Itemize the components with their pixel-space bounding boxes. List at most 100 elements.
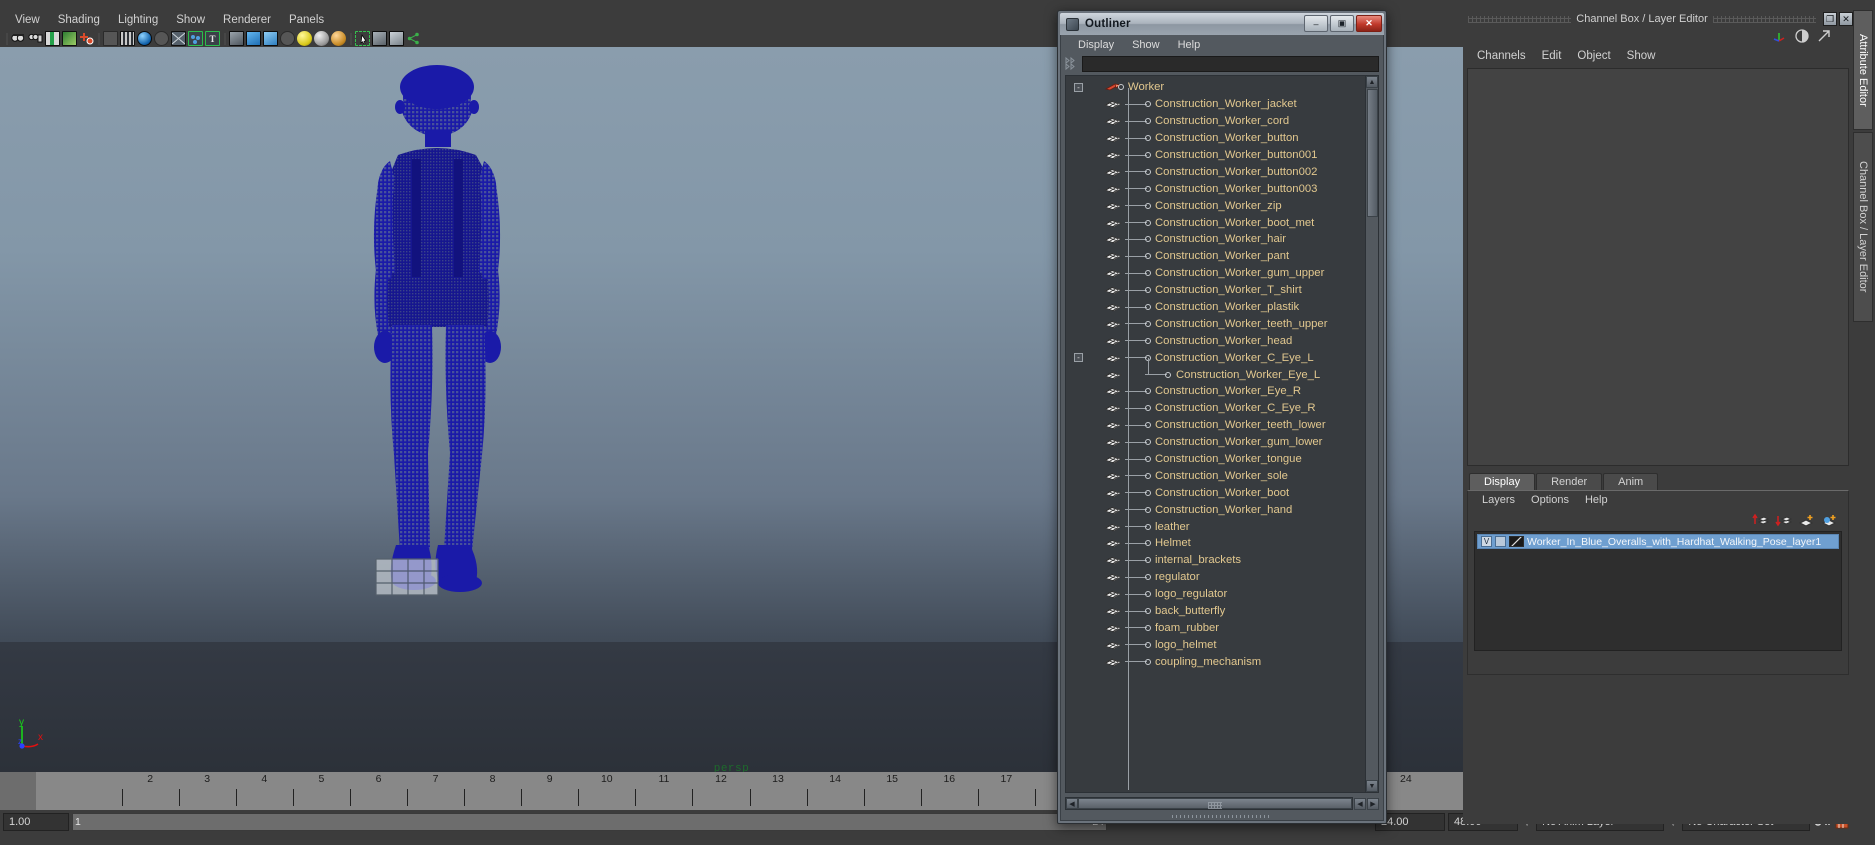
node-dot-icon[interactable] <box>1145 185 1151 192</box>
outliner-item[interactable]: Construction_Worker_button001 <box>1066 147 1365 164</box>
layer-name[interactable]: Worker_In_Blue_Overalls_with_Hardhat_Wal… <box>1527 536 1821 548</box>
panel-drag-handle-left[interactable] <box>1468 15 1572 23</box>
node-dot-icon[interactable] <box>1118 84 1124 91</box>
outliner-item[interactable]: foam_rubber <box>1066 620 1365 637</box>
outliner-item[interactable]: Construction_Worker_boot <box>1066 484 1365 501</box>
move-pivot-icon[interactable] <box>79 31 94 46</box>
vtab-channel-box-layer-editor[interactable]: Channel Box / Layer Editor <box>1853 132 1873 322</box>
scroll-down-icon[interactable]: ▼ <box>1366 780 1378 792</box>
light-orange-icon[interactable] <box>331 31 346 46</box>
menu-object[interactable]: Object <box>1569 49 1618 63</box>
outliner-item[interactable]: Construction_Worker_gum_lower <box>1066 434 1365 451</box>
vertical-scroll-thumb[interactable] <box>1366 89 1378 217</box>
flat-shade-icon[interactable] <box>154 31 169 46</box>
outliner-window[interactable]: Outliner – ▣ ✕ Display Show Help - Worker… <box>1057 10 1387 824</box>
outliner-menu-show[interactable]: Show <box>1123 38 1169 52</box>
outliner-search-input[interactable] <box>1082 55 1379 72</box>
display-layer-list[interactable]: V Worker_In_Blue_Overalls_with_Hardhat_W… <box>1474 531 1842 651</box>
outliner-menu-display[interactable]: Display <box>1069 38 1123 52</box>
node-dot-icon[interactable] <box>1145 304 1151 311</box>
outliner-item[interactable]: Construction_Worker_plastik <box>1066 299 1365 316</box>
menu-edit[interactable]: Edit <box>1534 49 1570 63</box>
outliner-item[interactable]: Construction_Worker_Eye_L <box>1066 366 1365 383</box>
new-layer-icon[interactable] <box>1798 513 1815 527</box>
node-dot-icon[interactable] <box>1145 557 1151 564</box>
node-dot-icon[interactable] <box>1145 135 1151 142</box>
close-panel-button[interactable]: ✕ <box>1839 12 1853 26</box>
tab-anim[interactable]: Anim <box>1603 473 1659 490</box>
menu-options[interactable]: Options <box>1523 493 1577 507</box>
menu-renderer[interactable]: Renderer <box>214 12 280 28</box>
outliner-item[interactable]: Construction_Worker_pant <box>1066 248 1365 265</box>
layer-visibility-toggle[interactable]: V <box>1481 536 1492 547</box>
node-dot-icon[interactable] <box>1145 388 1151 395</box>
menu-panels[interactable]: Panels <box>280 12 333 28</box>
outliner-item[interactable]: Construction_Worker_C_Eye_R <box>1066 400 1365 417</box>
menu-help[interactable]: Help <box>1577 493 1616 507</box>
outliner-item[interactable]: Helmet <box>1066 535 1365 552</box>
node-dot-icon[interactable] <box>1145 506 1151 513</box>
outliner-item[interactable]: Construction_Worker_head <box>1066 332 1365 349</box>
film-gate-icon[interactable] <box>120 31 135 46</box>
node-dot-icon[interactable] <box>1145 337 1151 344</box>
tab-display[interactable]: Display <box>1469 473 1536 490</box>
node-dot-icon[interactable] <box>1145 489 1151 496</box>
axis-gizmo-icon[interactable] <box>1771 29 1787 46</box>
node-dot-icon[interactable] <box>1145 456 1151 463</box>
outliner-menu-help[interactable]: Help <box>1169 38 1210 52</box>
hscroll-left-step-icon[interactable]: ◀ <box>1354 797 1366 810</box>
outliner-item[interactable]: Construction_Worker_teeth_lower <box>1066 417 1365 434</box>
text-display-icon[interactable]: T <box>205 31 220 46</box>
hardware-texture-icon[interactable] <box>137 31 152 46</box>
layer-playback-toggle[interactable] <box>1495 536 1506 547</box>
scroll-left-icon[interactable]: ◀ <box>1066 798 1078 809</box>
share-display-icon[interactable] <box>406 31 421 46</box>
outliner-item[interactable]: Construction_Worker_sole <box>1066 467 1365 484</box>
outliner-resize-grip[interactable] <box>1061 813 1383 820</box>
bookmark-icon[interactable] <box>45 31 60 46</box>
outliner-item[interactable]: Construction_Worker_button003 <box>1066 180 1365 197</box>
node-dot-icon[interactable] <box>1145 287 1151 294</box>
node-dot-icon[interactable] <box>1145 641 1151 648</box>
checker-sphere-icon[interactable] <box>280 31 295 46</box>
light-yellow-icon[interactable] <box>297 31 312 46</box>
node-dot-icon[interactable] <box>1145 608 1151 615</box>
maximize-button[interactable]: ▣ <box>1330 15 1354 32</box>
outliner-item[interactable]: Construction_Worker_button002 <box>1066 163 1365 180</box>
move-layer-up-icon[interactable] <box>1752 513 1770 527</box>
channel-box-area[interactable] <box>1467 68 1849 466</box>
node-dot-icon[interactable] <box>1145 540 1151 547</box>
node-dot-icon[interactable] <box>1145 523 1151 530</box>
node-dot-icon[interactable] <box>1145 439 1151 446</box>
outliner-item[interactable]: Construction_Worker_Eye_R <box>1066 383 1365 400</box>
outliner-tree-container[interactable]: - Worker Construction_Worker_jacket Constru… <box>1065 75 1379 793</box>
horizontal-scroll-track[interactable]: ◀ <box>1065 797 1353 810</box>
node-dot-icon[interactable] <box>1145 236 1151 243</box>
wireframe-cube-icon[interactable] <box>229 31 244 46</box>
smooth-shade-cube-icon[interactable] <box>246 31 261 46</box>
node-dot-icon[interactable] <box>1145 118 1151 125</box>
layer-color-swatch[interactable] <box>1509 536 1524 547</box>
iso-shade-box-icon[interactable] <box>372 31 387 46</box>
menu-view[interactable]: View <box>6 12 49 28</box>
outliner-title-bar[interactable]: Outliner – ▣ ✕ <box>1060 13 1384 35</box>
camera-attributes-icon[interactable] <box>28 31 43 46</box>
shaded-display-icon[interactable] <box>103 31 118 46</box>
expand-collapse-arrows-icon[interactable] <box>1065 56 1079 71</box>
character-wireframe-model[interactable] <box>340 59 550 639</box>
outliner-item[interactable]: logo_helmet <box>1066 636 1365 653</box>
scroll-up-icon[interactable]: ▲ <box>1366 76 1378 88</box>
node-dot-icon[interactable] <box>1145 320 1151 327</box>
xray-icon[interactable] <box>171 31 186 46</box>
restore-panel-button[interactable]: ❐ <box>1823 12 1837 26</box>
light-grey-icon[interactable] <box>314 31 329 46</box>
outliner-item[interactable]: Construction_Worker_hair <box>1066 231 1365 248</box>
menu-layers[interactable]: Layers <box>1474 493 1523 507</box>
move-layer-down-icon[interactable] <box>1775 513 1793 527</box>
close-button[interactable]: ✕ <box>1356 15 1382 32</box>
outliner-item[interactable]: Construction_Worker_gum_upper <box>1066 265 1365 282</box>
hscroll-right-step-icon[interactable]: ▶ <box>1367 797 1379 810</box>
outliner-item[interactable]: logo_regulator <box>1066 586 1365 603</box>
node-dot-icon[interactable] <box>1145 658 1151 665</box>
outliner-item[interactable]: leather <box>1066 518 1365 535</box>
